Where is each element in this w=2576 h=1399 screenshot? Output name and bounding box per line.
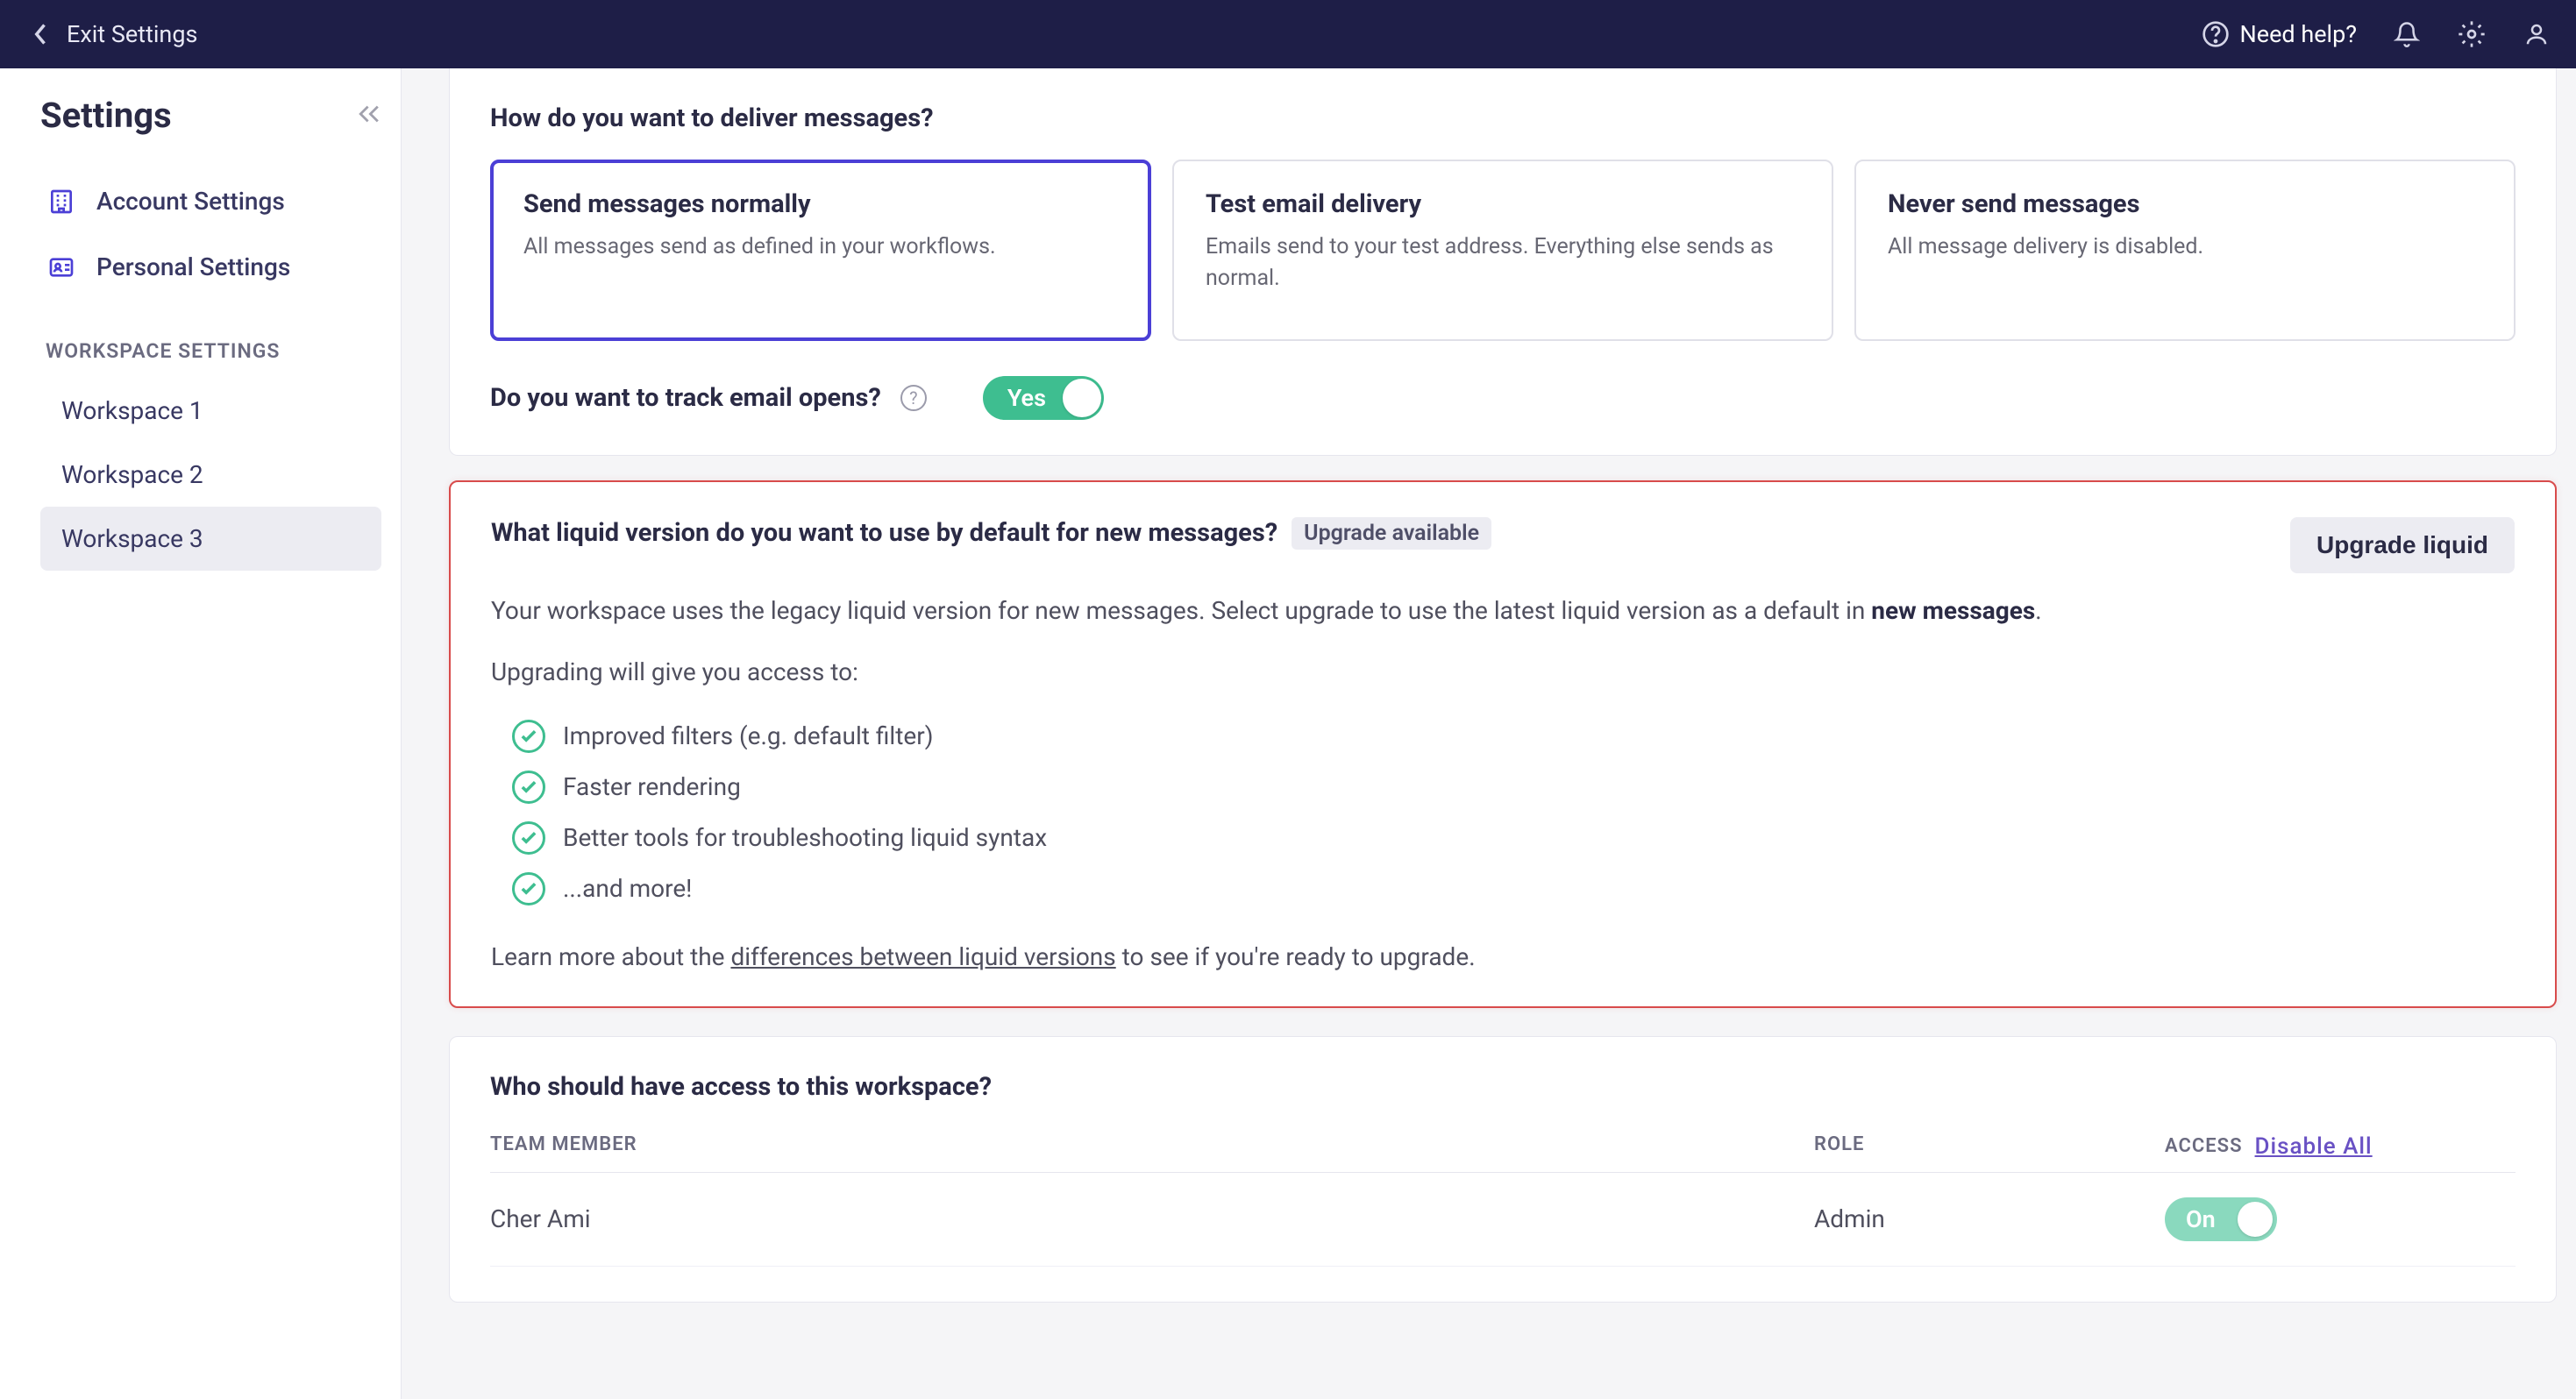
- track-opens-toggle[interactable]: Yes: [983, 376, 1104, 420]
- table-header: TEAM MEMBER ROLE ACCESS Disable All: [490, 1133, 2516, 1173]
- member-name: Cher Ami: [490, 1204, 1814, 1233]
- sidebar-item-label: Account Settings: [96, 187, 285, 216]
- disable-all-link[interactable]: Disable All: [2255, 1133, 2373, 1160]
- exit-settings-label: Exit Settings: [67, 20, 197, 48]
- option-title: Send messages normally: [523, 189, 1118, 219]
- check-icon: [512, 821, 545, 855]
- track-opens-row: Do you want to track email opens? ? Yes: [490, 376, 2516, 420]
- benefit-text: ...and more!: [563, 874, 692, 903]
- option-desc: All messages send as defined in your wor…: [523, 231, 1118, 263]
- learn-more-text: Learn more about the differences between…: [491, 942, 2515, 971]
- help-icon: [2202, 20, 2230, 48]
- sidebar-item-workspace-3[interactable]: Workspace 3: [40, 507, 381, 571]
- table-row: Cher Ami Admin On: [490, 1173, 2516, 1267]
- help-icon[interactable]: ?: [900, 385, 927, 411]
- benefit-item: Improved filters (e.g. default filter): [512, 711, 2515, 762]
- deliver-card: How do you want to deliver messages? Sen…: [449, 68, 2557, 456]
- liquid-versions-link[interactable]: differences between liquid versions: [730, 942, 1115, 971]
- topbar-right: Need help?: [2202, 19, 2552, 49]
- main-content: How do you want to deliver messages? Sen…: [402, 68, 2576, 1399]
- option-never-send[interactable]: Never send messages All message delivery…: [1854, 160, 2516, 341]
- toggle-label: On: [2186, 1205, 2216, 1233]
- benefits-list: Improved filters (e.g. default filter) F…: [512, 711, 2515, 914]
- exit-settings-link[interactable]: Exit Settings: [33, 20, 197, 48]
- sidebar-item-personal[interactable]: Personal Settings: [40, 240, 381, 294]
- profile-button[interactable]: [2522, 19, 2551, 49]
- option-desc: All message delivery is disabled.: [1888, 231, 2482, 263]
- deliver-options: Send messages normally All messages send…: [490, 160, 2516, 341]
- liquid-description: Your workspace uses the legacy liquid ve…: [491, 593, 2515, 629]
- th-access: ACCESS Disable All: [2165, 1133, 2516, 1160]
- option-title: Never send messages: [1888, 189, 2482, 219]
- liquid-heading: What liquid version do you want to use b…: [491, 518, 1277, 548]
- sidebar: Settings Account Settings Personal Setti…: [0, 68, 402, 1399]
- benefit-text: Faster rendering: [563, 772, 741, 801]
- th-member: TEAM MEMBER: [490, 1133, 1814, 1160]
- toggle-knob: [2238, 1202, 2273, 1237]
- sidebar-item-label: Personal Settings: [96, 252, 290, 281]
- sidebar-section-workspace: WORKSPACE SETTINGS: [46, 339, 381, 363]
- need-help-label: Need help?: [2240, 20, 2358, 48]
- upgrade-available-badge: Upgrade available: [1292, 517, 1491, 550]
- user-icon: [2523, 21, 2550, 47]
- sidebar-item-workspace-1[interactable]: Workspace 1: [40, 379, 381, 443]
- deliver-heading: How do you want to deliver messages?: [490, 103, 2516, 133]
- access-card: Who should have access to this workspace…: [449, 1036, 2557, 1303]
- check-icon: [512, 720, 545, 753]
- benefit-item: ...and more!: [512, 863, 2515, 914]
- option-title: Test email delivery: [1206, 189, 1800, 219]
- benefit-item: Better tools for troubleshooting liquid …: [512, 813, 2515, 863]
- chevron-double-left-icon: [357, 103, 381, 124]
- settings-button[interactable]: [2457, 19, 2487, 49]
- benefit-text: Better tools for troubleshooting liquid …: [563, 823, 1047, 852]
- option-send-normally[interactable]: Send messages normally All messages send…: [490, 160, 1151, 341]
- member-role: Admin: [1814, 1204, 2165, 1233]
- liquid-upgrade-card: What liquid version do you want to use b…: [449, 480, 2557, 1008]
- upgrade-liquid-button[interactable]: Upgrade liquid: [2290, 517, 2515, 573]
- benefit-text: Improved filters (e.g. default filter): [563, 721, 933, 750]
- bell-icon: [2394, 21, 2420, 47]
- chevron-left-icon: [33, 22, 49, 46]
- sidebar-title: Settings: [40, 95, 172, 136]
- toggle-label: Yes: [1007, 384, 1046, 412]
- sidebar-item-account[interactable]: Account Settings: [40, 174, 381, 228]
- liquid-sub: Upgrading will give you access to:: [491, 657, 2515, 686]
- id-card-icon: [47, 253, 75, 281]
- topbar: Exit Settings Need help?: [0, 0, 2576, 68]
- access-heading: Who should have access to this workspace…: [490, 1072, 2516, 1102]
- th-role: ROLE: [1814, 1133, 2165, 1160]
- track-opens-label: Do you want to track email opens?: [490, 383, 881, 413]
- collapse-sidebar-button[interactable]: [357, 103, 381, 128]
- need-help-link[interactable]: Need help?: [2202, 20, 2358, 48]
- toggle-knob: [1063, 379, 1101, 417]
- notifications-button[interactable]: [2392, 19, 2422, 49]
- option-desc: Emails send to your test address. Everyt…: [1206, 231, 1800, 295]
- building-icon: [47, 188, 75, 216]
- check-icon: [512, 872, 545, 905]
- option-test-delivery[interactable]: Test email delivery Emails send to your …: [1172, 160, 1833, 341]
- benefit-item: Faster rendering: [512, 762, 2515, 813]
- check-icon: [512, 771, 545, 804]
- sidebar-item-workspace-2[interactable]: Workspace 2: [40, 443, 381, 507]
- member-access-toggle[interactable]: On: [2165, 1197, 2277, 1241]
- gear-icon: [2458, 20, 2486, 48]
